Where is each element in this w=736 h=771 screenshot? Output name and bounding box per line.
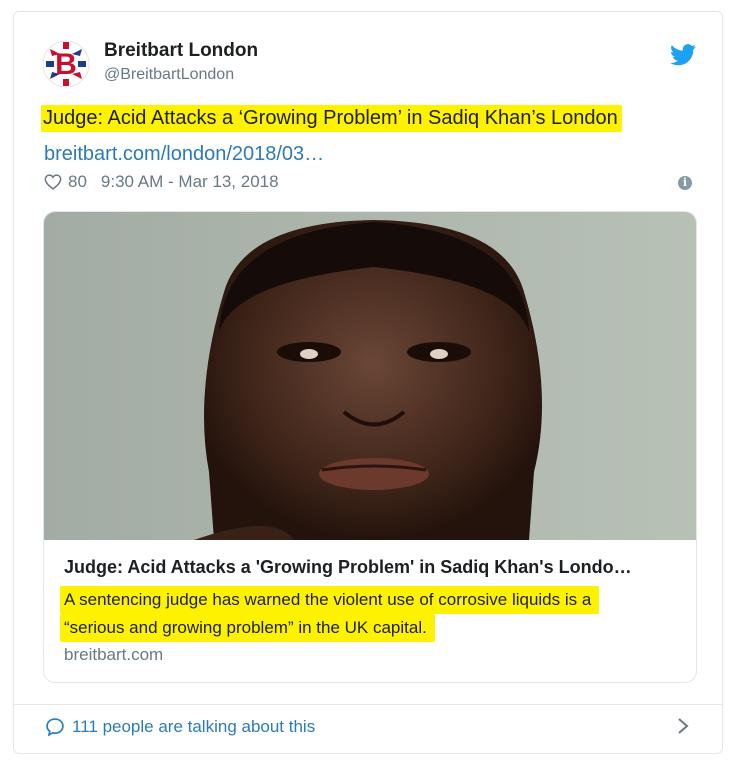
chevron-right-icon[interactable] [676,716,690,736]
tweet-timestamp[interactable]: 9:30 AM - Mar 13, 2018 [101,172,279,192]
like-count[interactable]: 80 [68,172,87,192]
conversation-link[interactable]: 111 people are talking about this [45,717,315,737]
author-name[interactable]: Breitbart London [104,40,258,62]
preview-description-line2: “serious and growing problem” in the UK … [60,614,435,642]
link-preview-card[interactable]: Judge: Acid Attacks a 'Growing Problem' … [43,211,697,683]
speech-bubble-icon [46,718,64,737]
avatar[interactable]: B [42,40,90,88]
logo-letter: B [55,48,77,81]
tweet-text-highlight: Judge: Acid Attacks a ‘Growing Problem’ … [41,105,622,132]
preview-domain: breitbart.com [64,645,164,664]
author-handle[interactable]: @BreitbartLondon [104,66,234,84]
tweet-link[interactable]: breitbart.com/london/2018/03… [44,143,324,166]
info-icon[interactable]: i [678,176,692,190]
talking-count[interactable]: 111 people are talking about this [72,717,315,737]
footer-divider [14,704,722,705]
preview-description-line1: A sentencing judge has warned the violen… [60,586,600,614]
tweet-text: Judge: Acid Attacks a ‘Growing Problem’ … [41,105,622,132]
preview-description: A sentencing judge has warned the violen… [60,586,600,642]
tweet-meta: 80 9:30 AM - Mar 13, 2018 [44,172,279,192]
preview-image [44,212,696,540]
twitter-bird-icon[interactable] [670,44,696,66]
heart-icon[interactable] [44,174,62,190]
preview-title[interactable]: Judge: Acid Attacks a 'Growing Problem' … [64,557,632,578]
